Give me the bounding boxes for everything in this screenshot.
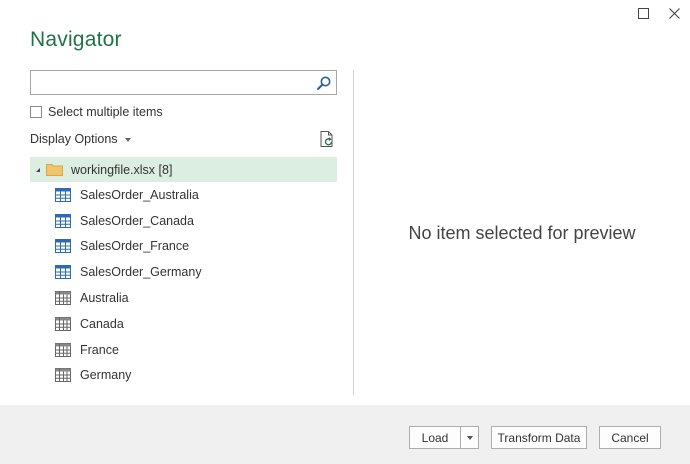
- tree-item-france[interactable]: France: [30, 337, 337, 363]
- tree-item-germany[interactable]: Germany: [30, 363, 337, 389]
- table-icon: [55, 213, 71, 228]
- sheet-icon: [55, 342, 71, 357]
- sheet-icon: [55, 316, 71, 331]
- display-options-dropdown[interactable]: Display Options: [30, 132, 131, 146]
- load-dropdown-button[interactable]: [460, 426, 479, 449]
- tree-root-workbook[interactable]: workingfile.xlsx [8]: [30, 157, 337, 182]
- select-multiple-label: Select multiple items: [48, 105, 163, 119]
- load-button[interactable]: Load: [409, 426, 461, 449]
- tree-item-australia[interactable]: Australia: [30, 285, 337, 311]
- search-input[interactable]: [31, 71, 311, 94]
- tree-item-label: SalesOrder_Australia: [80, 187, 199, 202]
- tree-item-label: France: [80, 342, 119, 357]
- tree-item-salesorder-australia[interactable]: SalesOrder_Australia: [30, 182, 337, 208]
- tree-item-salesorder-canada[interactable]: SalesOrder_Canada: [30, 208, 337, 234]
- tree-root-label: workingfile.xlsx [8]: [71, 162, 173, 177]
- sheet-icon: [55, 291, 71, 306]
- collapse-arrow-icon[interactable]: [36, 167, 40, 172]
- tree-item-label: SalesOrder_Germany: [80, 265, 202, 280]
- sheet-icon: [55, 368, 71, 383]
- maximize-icon: [637, 7, 649, 19]
- select-multiple-items[interactable]: Select multiple items: [30, 105, 163, 119]
- table-icon: [55, 187, 71, 202]
- tree-item-salesorder-germany[interactable]: SalesOrder_Germany: [30, 259, 337, 285]
- tree-item-label: Canada: [80, 316, 124, 331]
- refresh-icon[interactable]: [318, 130, 336, 148]
- caret-down-icon: [466, 435, 473, 440]
- dialog-title: Navigator: [30, 28, 122, 51]
- close-icon: [668, 7, 680, 19]
- tree-item-label: Germany: [80, 368, 132, 383]
- tree-item-salesorder-france[interactable]: SalesOrder_France: [30, 234, 337, 260]
- caret-down-icon: [124, 137, 131, 142]
- folder-icon: [46, 164, 63, 176]
- tree-item-label: SalesOrder_France: [80, 239, 190, 254]
- cancel-button[interactable]: Cancel: [599, 426, 661, 449]
- close-button[interactable]: [665, 4, 683, 22]
- table-icon: [55, 265, 71, 280]
- search-box[interactable]: [30, 70, 337, 95]
- tree-item-label: SalesOrder_Canada: [80, 213, 194, 228]
- preview-empty-message: No item selected for preview: [408, 223, 636, 243]
- select-multiple-checkbox[interactable]: [30, 106, 42, 118]
- maximize-button[interactable]: [634, 4, 652, 22]
- table-icon: [55, 239, 71, 254]
- transform-data-button[interactable]: Transform Data: [491, 426, 587, 449]
- search-icon[interactable]: [316, 75, 332, 91]
- navigator-tree: workingfile.xlsx [8] SalesOrder_Australi…: [30, 157, 337, 388]
- tree-item-canada[interactable]: Canada: [30, 311, 337, 337]
- display-options-label: Display Options: [30, 132, 118, 146]
- tree-item-label: Australia: [80, 291, 129, 306]
